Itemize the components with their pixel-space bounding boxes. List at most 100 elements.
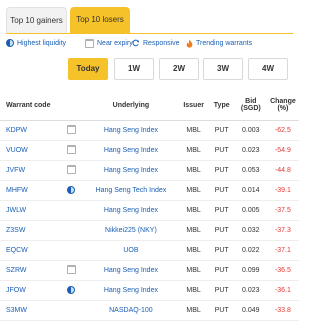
- warrant-code-link[interactable]: Z3SW: [0, 220, 60, 241]
- responsive-icon: [132, 39, 140, 47]
- header-change-line1: Change: [270, 98, 296, 105]
- change-cell: -44.8: [266, 160, 299, 181]
- filter-near-expiry-label: Near expiry: [97, 40, 133, 47]
- issuer-cell: MBL: [178, 260, 209, 281]
- warrant-code-link[interactable]: EQCW: [0, 240, 60, 261]
- header-underlying[interactable]: Underlying: [83, 90, 179, 121]
- warrants-table: Warrant code Underlying Issuer Type Bid …: [0, 90, 299, 321]
- underlying-link[interactable]: Hang Seng Index: [83, 120, 179, 141]
- type-cell: PUT: [208, 160, 235, 181]
- calendar-icon: [66, 125, 76, 134]
- bid-cell: 0.032: [234, 220, 267, 241]
- header-type[interactable]: Type: [208, 90, 235, 121]
- row-icon-cell: [59, 120, 84, 141]
- issuer-cell: MBL: [178, 200, 209, 221]
- calendar-icon: [66, 265, 76, 274]
- row-icon-cell: [59, 280, 84, 301]
- row-icon-cell: [59, 160, 84, 181]
- liquidity-icon: [6, 39, 14, 47]
- header-bid-line1: Bid: [245, 98, 257, 105]
- table-header-row: Warrant code Underlying Issuer Type Bid …: [0, 90, 299, 121]
- warrant-code-link[interactable]: JFOW: [0, 280, 60, 301]
- header-bid[interactable]: Bid (SGD): [234, 90, 267, 121]
- underlying-link[interactable]: Hang Seng Tech Index: [83, 180, 179, 201]
- bid-cell: 0.023: [234, 280, 267, 301]
- warrant-code-link[interactable]: S3MW: [0, 300, 60, 321]
- table-row[interactable]: SZRW Hang Seng Index MBL PUT 0.099 -36.5: [0, 260, 299, 281]
- change-cell: -36.1: [266, 280, 299, 301]
- filter-responsive-label: Responsive: [143, 39, 180, 47]
- period-4w-button[interactable]: 4W: [248, 58, 288, 80]
- bid-cell: 0.014: [234, 180, 267, 201]
- underlying-link[interactable]: Hang Seng Index: [83, 260, 179, 281]
- change-cell: -54.9: [266, 140, 299, 161]
- period-today-button[interactable]: Today: [68, 58, 108, 80]
- filter-responsive[interactable]: Responsive: [132, 39, 180, 47]
- underlying-link[interactable]: Hang Seng Index: [83, 200, 179, 221]
- row-icon-cell: [59, 300, 84, 321]
- underlying-link[interactable]: Hang Seng Index: [83, 280, 179, 301]
- issuer-cell: MBL: [178, 140, 209, 161]
- bid-cell: 0.005: [234, 200, 267, 221]
- period-1w-button[interactable]: 1W: [114, 58, 154, 80]
- bid-cell: 0.099: [234, 260, 267, 281]
- flame-icon: [186, 39, 193, 48]
- type-cell: PUT: [208, 260, 235, 281]
- table-row[interactable]: S3MW NASDAQ-100 MBL PUT 0.049 -33.8: [0, 300, 299, 321]
- calendar-icon: [66, 165, 76, 174]
- calendar-icon: [85, 39, 94, 48]
- underlying-link[interactable]: Hang Seng Index: [83, 160, 179, 181]
- type-cell: PUT: [208, 180, 235, 201]
- row-icon-cell: [59, 260, 84, 281]
- period-selector: Today 1W 2W 3W 4W: [0, 58, 299, 80]
- underlying-link[interactable]: NASDAQ-100: [83, 300, 179, 321]
- type-cell: PUT: [208, 120, 235, 141]
- filter-highest-liquidity-label: Highest liquidity: [17, 39, 67, 47]
- type-cell: PUT: [208, 240, 235, 261]
- underlying-link[interactable]: Hang Seng Index: [83, 140, 179, 161]
- type-cell: PUT: [208, 200, 235, 221]
- warrant-code-link[interactable]: SZRW: [0, 260, 60, 281]
- warrant-code-link[interactable]: KDPW: [0, 120, 60, 141]
- row-icon-cell: [59, 220, 84, 241]
- header-change[interactable]: Change (%): [266, 90, 299, 121]
- table-row[interactable]: Z3SW Nikkei225 (NKY) MBL PUT 0.032 -37.3: [0, 220, 299, 241]
- type-cell: PUT: [208, 220, 235, 241]
- header-issuer[interactable]: Issuer: [178, 90, 209, 121]
- warrant-code-link[interactable]: MHFW: [0, 180, 60, 201]
- type-cell: PUT: [208, 300, 235, 321]
- period-3w-button[interactable]: 3W: [203, 58, 243, 80]
- period-2w-button[interactable]: 2W: [159, 58, 199, 80]
- filter-near-expiry[interactable]: Near expiry: [85, 39, 133, 48]
- issuer-cell: MBL: [178, 160, 209, 181]
- bid-cell: 0.023: [234, 140, 267, 161]
- row-icon-cell: [59, 240, 84, 261]
- tab-top-10-losers[interactable]: Top 10 losers: [70, 7, 130, 33]
- filter-trending-warrants[interactable]: Trending warrants: [186, 39, 252, 48]
- table-row[interactable]: EQCW UOB MBL PUT 0.022 -37.1: [0, 240, 299, 261]
- underlying-link[interactable]: Nikkei225 (NKY): [83, 220, 179, 241]
- table-row[interactable]: JWLW Hang Seng Index MBL PUT 0.005 -37.5: [0, 200, 299, 221]
- tab-top-10-gainers[interactable]: Top 10 gainers: [6, 7, 67, 34]
- warrant-code-link[interactable]: VUOW: [0, 140, 60, 161]
- table-row[interactable]: VUOW Hang Seng Index MBL PUT 0.023 -54.9: [0, 140, 299, 161]
- warrant-code-link[interactable]: JWLW: [0, 200, 60, 221]
- table-row[interactable]: MHFW Hang Seng Tech Index MBL PUT 0.014 -39.1: [0, 180, 299, 201]
- header-icon: [59, 90, 84, 121]
- underlying-link[interactable]: UOB: [83, 240, 179, 261]
- change-cell: -36.5: [266, 260, 299, 281]
- calendar-icon: [66, 145, 76, 154]
- issuer-cell: MBL: [178, 240, 209, 261]
- type-cell: PUT: [208, 280, 235, 301]
- liquidity-icon: [67, 185, 76, 194]
- header-warrant-code[interactable]: Warrant code: [0, 90, 60, 121]
- bid-cell: 0.053: [234, 160, 267, 181]
- table-row[interactable]: JVFW Hang Seng Index MBL PUT 0.053 -44.8: [0, 160, 299, 181]
- warrant-code-link[interactable]: JVFW: [0, 160, 60, 181]
- issuer-cell: MBL: [178, 300, 209, 321]
- table-row[interactable]: KDPW Hang Seng Index MBL PUT 0.003 -62.5: [0, 120, 299, 141]
- row-icon-cell: [59, 180, 84, 201]
- issuer-cell: MBL: [178, 220, 209, 241]
- table-row[interactable]: JFOW Hang Seng Index MBL PUT 0.023 -36.1: [0, 280, 299, 301]
- filter-highest-liquidity[interactable]: Highest liquidity: [6, 39, 66, 47]
